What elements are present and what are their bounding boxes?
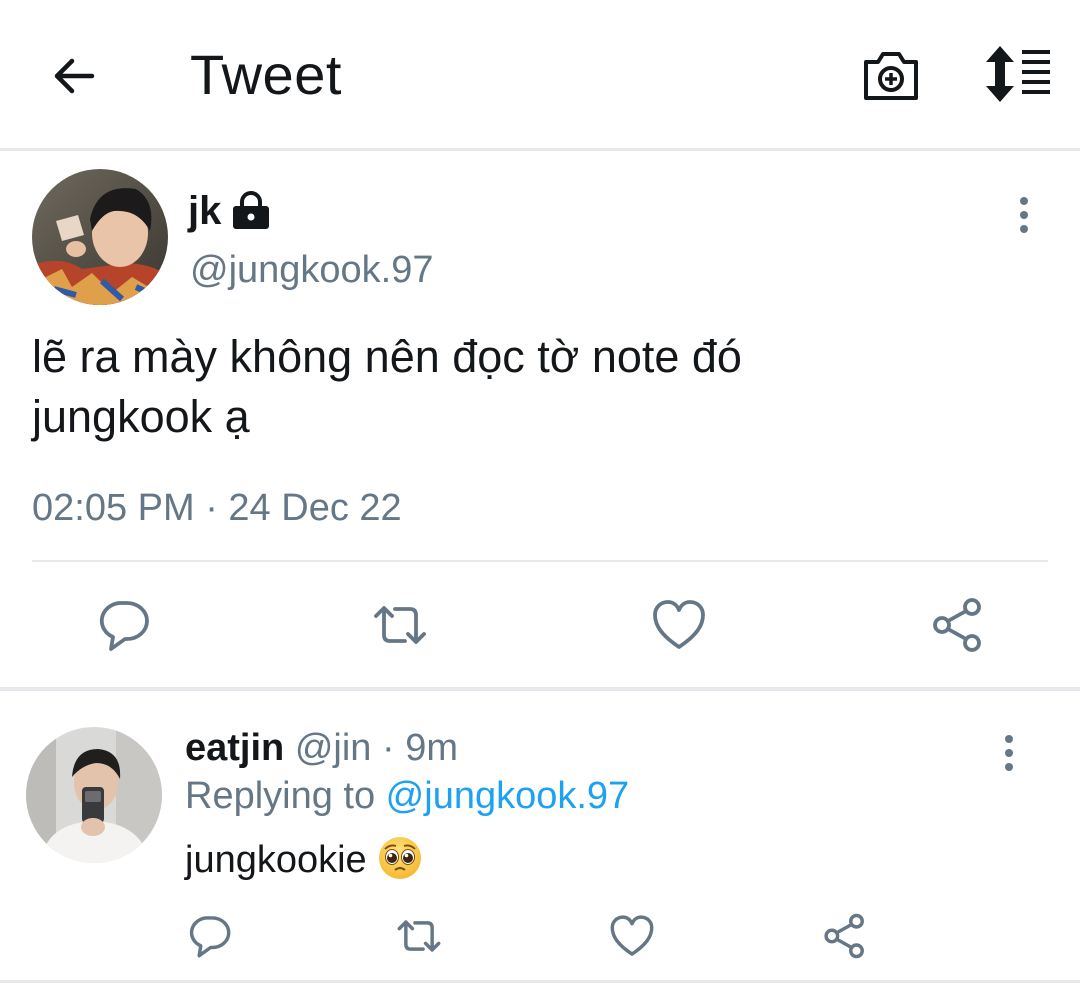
replying-prefix: Replying to: [185, 775, 386, 817]
page-title: Tweet: [190, 43, 342, 106]
reply-tweet[interactable]: eatjin @jin · 9m Replying to @jungkook.9…: [0, 691, 1080, 992]
user-handle[interactable]: @jin: [295, 727, 372, 769]
replying-to: Replying to @jungkook.97: [185, 775, 629, 818]
mention-link[interactable]: @jungkook.97: [386, 775, 630, 817]
reply-time: 9m: [405, 727, 458, 769]
pleading-face-emoji: [378, 836, 421, 879]
more-options-icon[interactable]: [1002, 733, 1016, 773]
reply-icon[interactable]: [95, 597, 151, 653]
share-icon[interactable]: [822, 913, 868, 959]
tweet-text-line: lẽ ra mày không nên đọc tờ note đó: [32, 331, 742, 382]
actions-divider: [32, 560, 1048, 562]
tweet-timestamp: 02:05 PM · 24 Dec 22: [32, 487, 402, 529]
share-icon[interactable]: [930, 597, 986, 653]
lock-icon: [233, 191, 269, 229]
user-handle[interactable]: @jungkook.97: [190, 249, 434, 292]
retweet-icon[interactable]: [372, 597, 428, 653]
back-arrow-icon[interactable]: [48, 50, 100, 102]
separator: ·: [371, 727, 406, 769]
tweet-text: lẽ ra mày không nên đọc tờ note đó jungk…: [32, 327, 1032, 447]
main-tweet: jk @jungkook.97 lẽ ra mày không nên đọc …: [0, 151, 1080, 687]
sort-icon[interactable]: [980, 44, 1054, 104]
reply-header: eatjin @jin · 9m: [185, 727, 458, 770]
reply-text: jungkookie: [185, 836, 423, 882]
top-app-bar: Tweet: [0, 0, 1080, 148]
avatar[interactable]: [32, 169, 168, 305]
avatar[interactable]: [26, 727, 162, 863]
camera-add-icon[interactable]: [860, 46, 922, 104]
tweet-text-line: jungkook ạ: [32, 391, 250, 442]
display-name[interactable]: eatjin: [185, 727, 284, 769]
reply-divider: [0, 980, 1080, 983]
like-icon[interactable]: [651, 597, 707, 653]
reply-icon[interactable]: [186, 913, 232, 959]
display-name[interactable]: jk: [188, 189, 221, 234]
more-options-icon[interactable]: [1017, 195, 1031, 235]
like-icon[interactable]: [609, 913, 655, 959]
reply-text-content: jungkookie: [185, 839, 367, 881]
retweet-icon[interactable]: [396, 913, 442, 959]
